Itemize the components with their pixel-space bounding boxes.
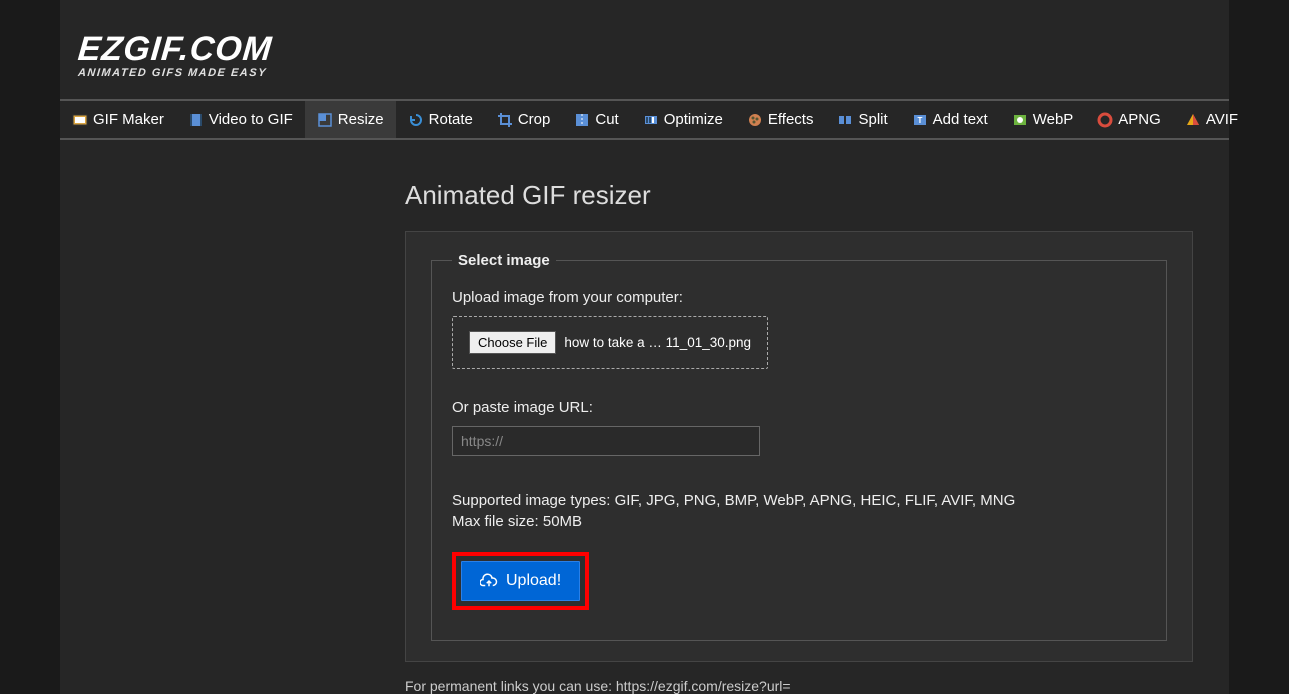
cut-icon: [574, 112, 590, 128]
supported-types-text: Supported image types: GIF, JPG, PNG, BM…: [452, 492, 1146, 509]
video-icon: [188, 112, 204, 128]
header: EZGIF.COM ANIMATED GIFS MADE EASY: [60, 0, 1229, 99]
nav-webp[interactable]: WebP: [1000, 101, 1086, 138]
url-label: Or paste image URL:: [452, 399, 1146, 416]
upload-button[interactable]: Upload!: [461, 561, 580, 601]
logo-title[interactable]: EZGIF.COM: [76, 30, 274, 69]
nav-rotate[interactable]: Rotate: [396, 101, 485, 138]
nav-label: WebP: [1033, 111, 1074, 128]
resize-icon: [317, 112, 333, 128]
file-dropzone[interactable]: Choose File how to take a … 11_01_30.png: [452, 316, 768, 369]
select-image-fieldset: Select image Upload image from your comp…: [431, 252, 1167, 641]
rotate-icon: [408, 112, 424, 128]
nav-label: Rotate: [429, 111, 473, 128]
nav-avif[interactable]: AVIF: [1173, 101, 1250, 138]
effects-icon: [747, 112, 763, 128]
nav-resize[interactable]: Resize: [305, 101, 396, 138]
upload-cloud-icon: [480, 572, 498, 590]
nav-label: Effects: [768, 111, 814, 128]
nav-effects[interactable]: Effects: [735, 101, 826, 138]
nav-label: Cut: [595, 111, 618, 128]
page-title: Animated GIF resizer: [405, 180, 1229, 211]
nav-label: GIF Maker: [93, 111, 164, 128]
nav-apng[interactable]: APNG: [1085, 101, 1173, 138]
nav-cut[interactable]: Cut: [562, 101, 630, 138]
footer-partial-text: For permanent links you can use: https:/…: [405, 678, 1229, 694]
choose-file-button[interactable]: Choose File: [469, 331, 556, 354]
nav-label: AVIF: [1206, 111, 1238, 128]
upload-highlight: Upload!: [452, 552, 589, 610]
nav-add-text[interactable]: T Add text: [900, 101, 1000, 138]
nav-label: Split: [858, 111, 887, 128]
webp-icon: [1012, 112, 1028, 128]
nav-split[interactable]: Split: [825, 101, 899, 138]
nav-label: Add text: [933, 111, 988, 128]
nav-crop[interactable]: Crop: [485, 101, 563, 138]
split-icon: [837, 112, 853, 128]
upload-button-label: Upload!: [506, 572, 561, 590]
fieldset-legend: Select image: [452, 252, 556, 269]
gif-maker-icon: [72, 112, 88, 128]
selected-file-name: how to take a … 11_01_30.png: [564, 335, 751, 350]
nav-label: Optimize: [664, 111, 723, 128]
nav-video-to-gif[interactable]: Video to GIF: [176, 101, 305, 138]
nav-label: Crop: [518, 111, 551, 128]
url-input[interactable]: [452, 426, 760, 456]
nav-gif-maker[interactable]: GIF Maker: [60, 101, 176, 138]
svg-text:T: T: [917, 116, 922, 125]
optimize-icon: [643, 112, 659, 128]
logo-tagline: ANIMATED GIFS MADE EASY: [77, 67, 1229, 79]
crop-icon: [497, 112, 513, 128]
nav-optimize[interactable]: Optimize: [631, 101, 735, 138]
max-size-text: Max file size: 50MB: [452, 513, 1146, 530]
apng-icon: [1097, 112, 1113, 128]
nav-label: APNG: [1118, 111, 1161, 128]
upload-label: Upload image from your computer:: [452, 289, 1146, 306]
upload-panel: Select image Upload image from your comp…: [405, 231, 1193, 662]
avif-icon: [1185, 112, 1201, 128]
nav-label: Video to GIF: [209, 111, 293, 128]
nav-label: Resize: [338, 111, 384, 128]
text-icon: T: [912, 112, 928, 128]
main-nav: GIF Maker Video to GIF Resize Rotate Crop Cut…: [60, 99, 1229, 140]
